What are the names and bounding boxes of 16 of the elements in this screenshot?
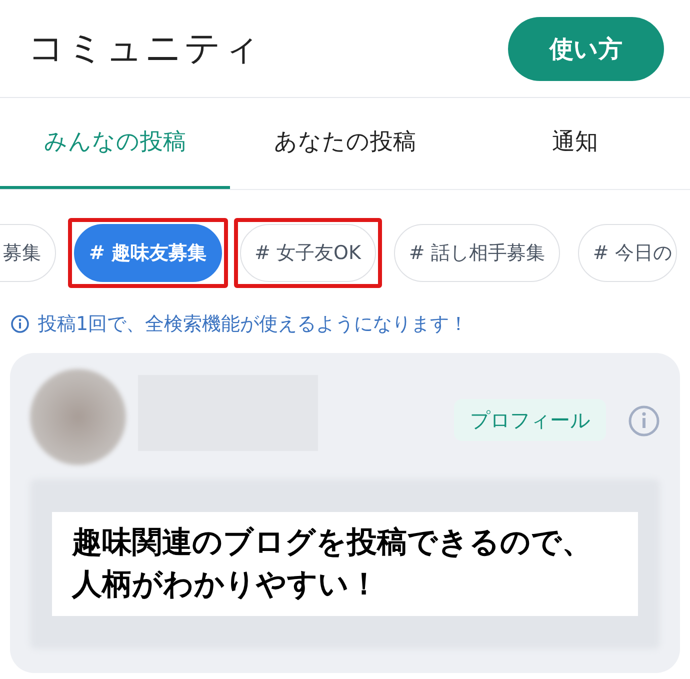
profile-button[interactable]: プロフィール bbox=[454, 398, 606, 440]
hashtag-chip[interactable]: 募集 bbox=[0, 224, 56, 282]
caption-text: 趣味関連のブログを投稿できるので、 bbox=[72, 524, 593, 562]
hashtag-chip[interactable]: # 女子友OK bbox=[240, 224, 376, 282]
hashtag-chip[interactable]: # 話し相手募集 bbox=[394, 224, 560, 282]
info-icon[interactable] bbox=[628, 404, 660, 436]
page-title: コミュニティ bbox=[28, 26, 262, 70]
help-button[interactable]: 使い方 bbox=[508, 16, 664, 80]
hashtag-chip[interactable]: # 今日の bbox=[578, 224, 677, 282]
tab[interactable]: みんなの投稿 bbox=[0, 98, 230, 189]
hashtag-chip[interactable]: # 趣味友募集 bbox=[74, 224, 222, 282]
tab[interactable]: 通知 bbox=[460, 98, 690, 189]
notice-text: 投稿1回で、全検索機能が使えるようになります！ bbox=[38, 312, 468, 337]
info-icon bbox=[10, 314, 30, 334]
caption-text: 人柄がわかりやすい！ bbox=[72, 566, 380, 604]
tab[interactable]: あなたの投稿 bbox=[230, 98, 460, 189]
